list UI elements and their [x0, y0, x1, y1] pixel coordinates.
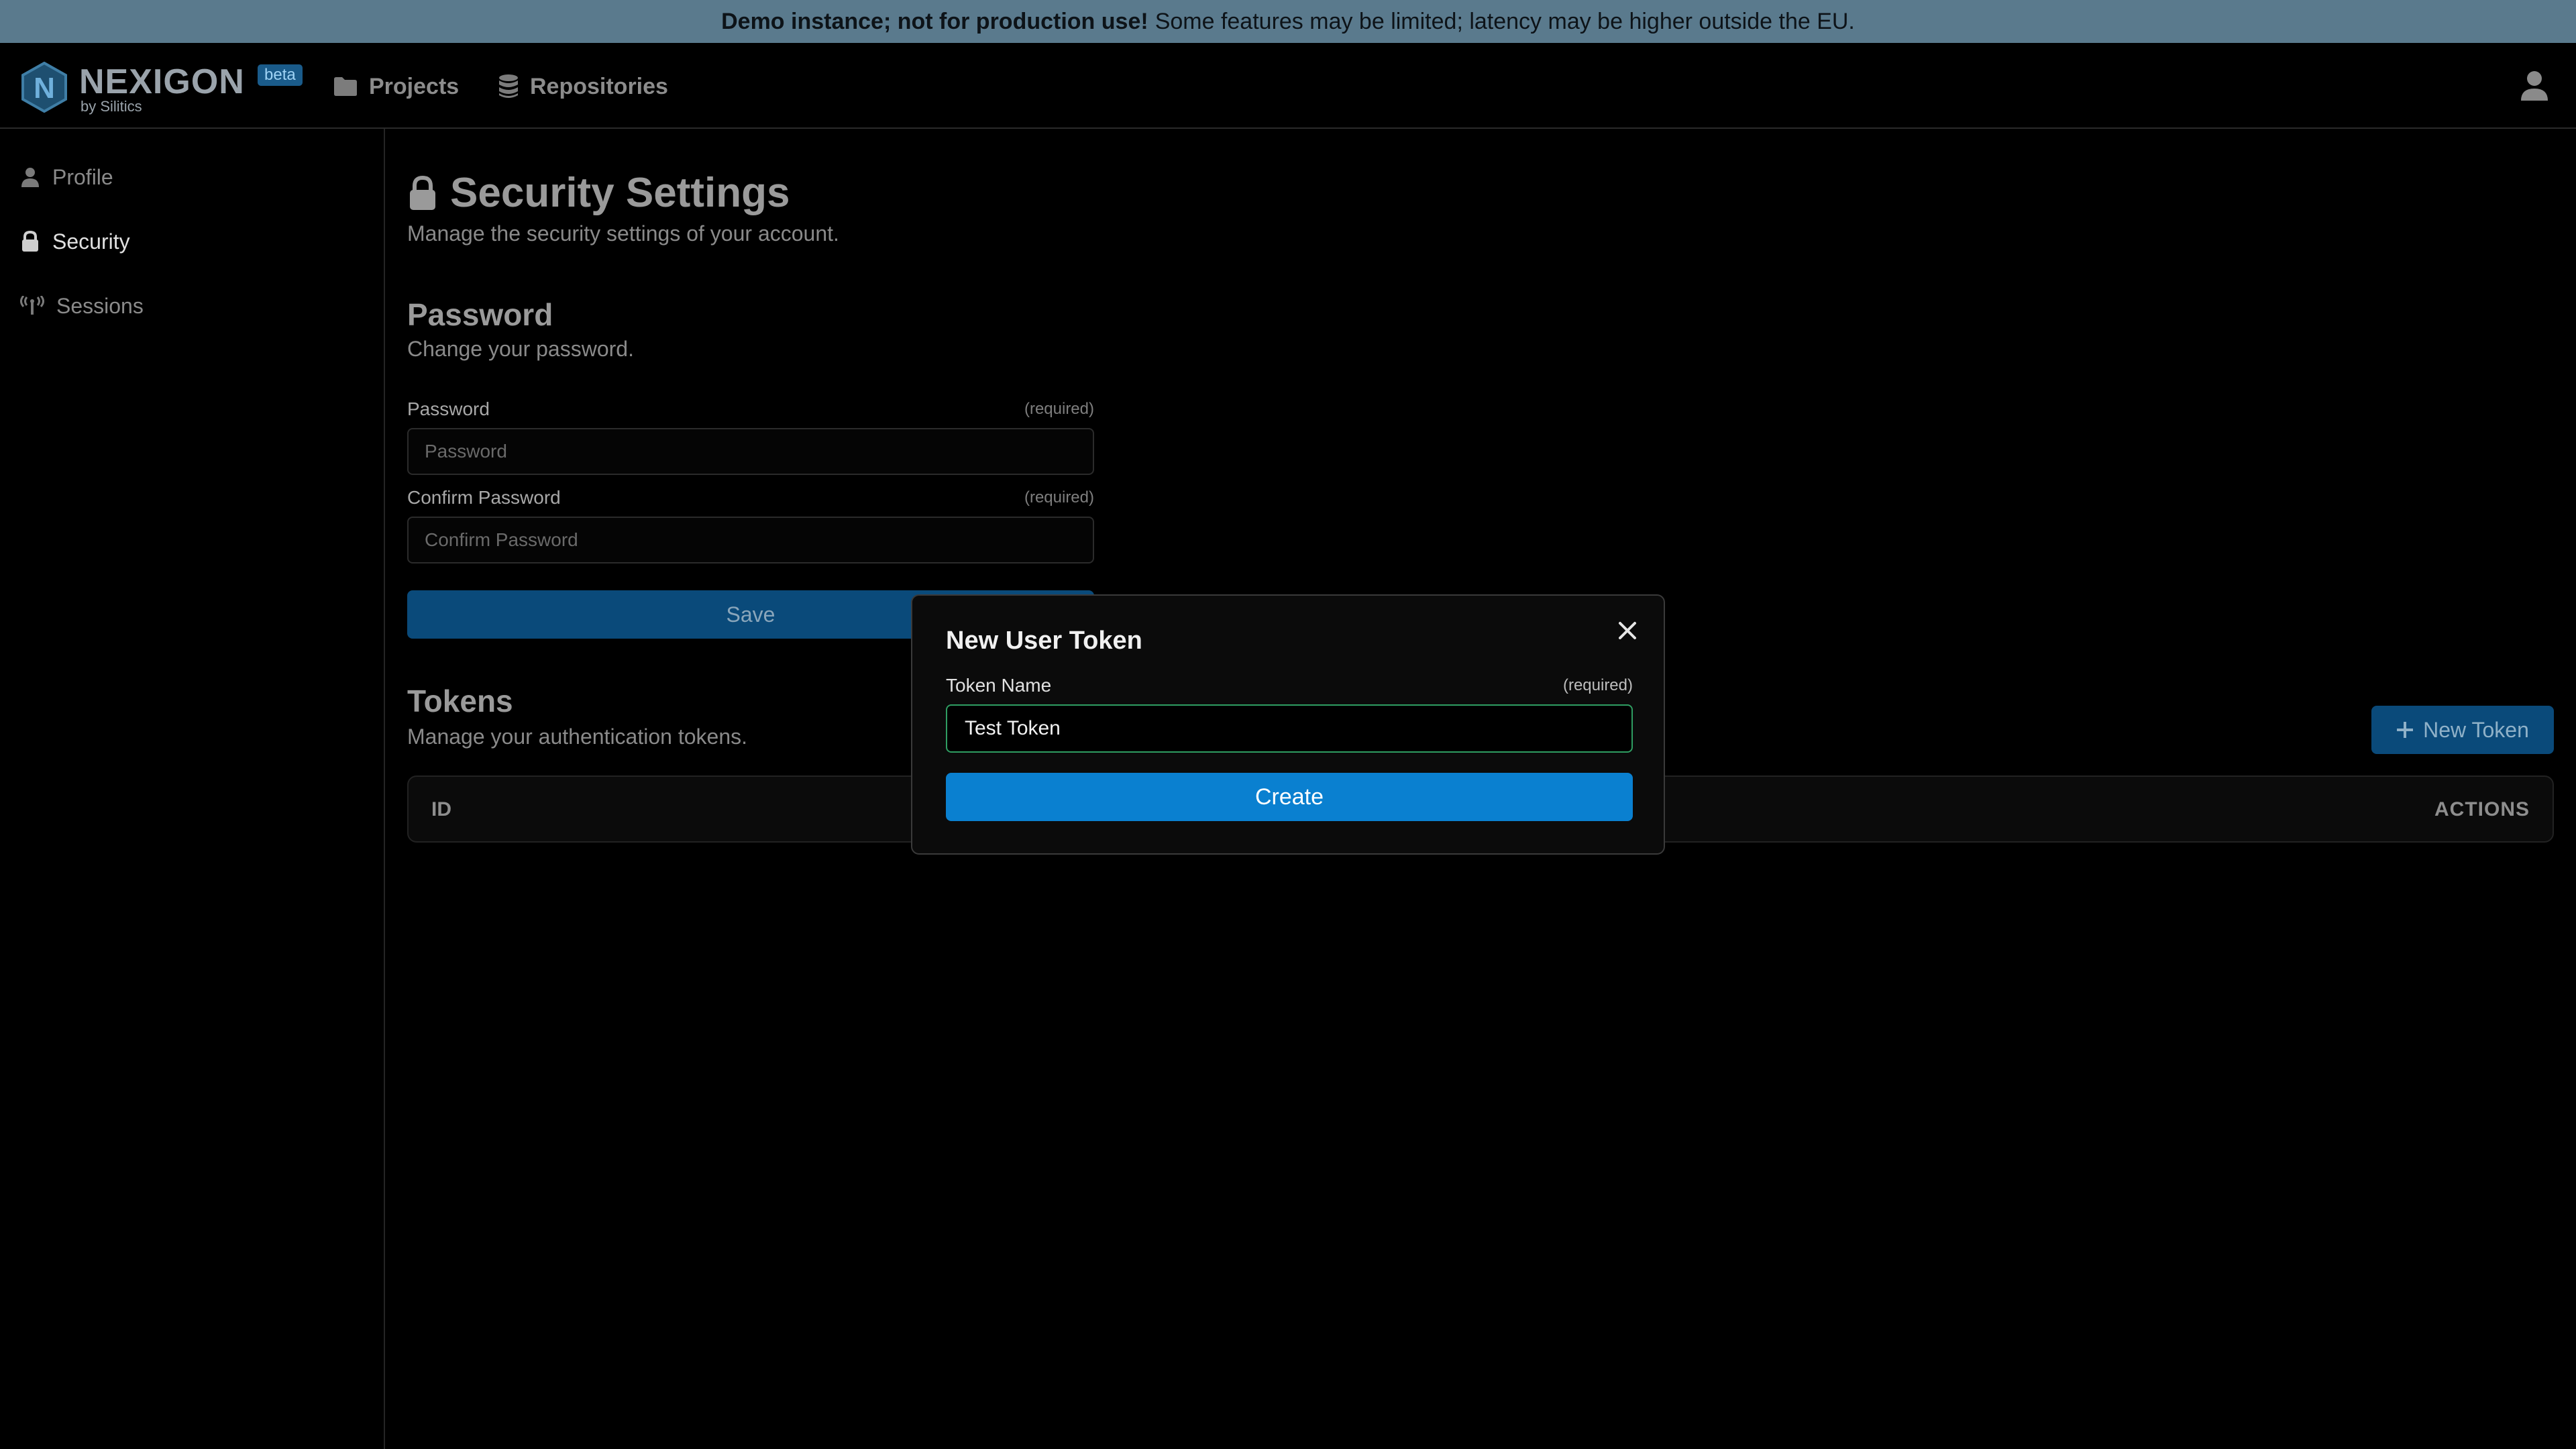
- confirm-password-label: Confirm Password (required): [407, 487, 1094, 508]
- token-name-label: Token Name (required): [946, 675, 1633, 696]
- dialog-title: New User Token: [946, 627, 1142, 655]
- brand-subtitle: by Silitics: [80, 98, 142, 115]
- brand-name: NEXIGON: [79, 62, 245, 101]
- settings-sidebar: Profile Security Sessions: [0, 129, 385, 1449]
- nav-projects[interactable]: Projects: [333, 70, 459, 103]
- required-hint: (required): [1024, 400, 1094, 418]
- confirm-password-label-text: Confirm Password: [407, 487, 561, 508]
- column-header-id: ID: [431, 798, 451, 820]
- nexigon-logo-icon: N: [21, 62, 67, 113]
- confirm-password-input[interactable]: [407, 517, 1094, 564]
- tokens-section-title: Tokens: [407, 684, 513, 718]
- svg-text:N: N: [34, 72, 55, 105]
- lock-icon: [22, 230, 38, 252]
- folder-icon: [334, 77, 357, 96]
- sidebar-item-label: Profile: [52, 164, 113, 189]
- broadcast-icon: [20, 296, 44, 315]
- user-icon: [2521, 71, 2548, 101]
- password-label-text: Password: [407, 398, 490, 419]
- token-name-label-text: Token Name: [946, 675, 1052, 696]
- beta-badge: beta: [258, 64, 303, 86]
- top-navbar: N NEXIGON by Silitics beta Projects Repo…: [0, 43, 2576, 129]
- page-subtitle: Manage the security settings of your acc…: [407, 221, 839, 246]
- sidebar-item-label: Security: [52, 229, 130, 254]
- demo-banner: Demo instance; not for production use! S…: [0, 0, 2576, 43]
- database-icon: [499, 74, 518, 98]
- nav-projects-label: Projects: [369, 73, 460, 99]
- nav-repositories[interactable]: Repositories: [498, 70, 668, 103]
- close-dialog-button[interactable]: [1614, 617, 1641, 644]
- banner-bold-text: Demo instance; not for production use!: [721, 8, 1148, 34]
- banner-text: Some features may be limited; latency ma…: [1155, 8, 1855, 34]
- lock-icon: [410, 175, 435, 210]
- new-token-label: New Token: [2423, 717, 2529, 742]
- page-title-text: Security Settings: [450, 170, 790, 216]
- column-header-actions: ACTIONS: [2434, 798, 2530, 820]
- tokens-section-subtitle: Manage your authentication tokens.: [407, 724, 747, 749]
- new-token-button[interactable]: New Token: [2371, 706, 2554, 754]
- plus-icon: [2397, 722, 2414, 738]
- new-user-token-dialog: New User Token Token Name (required) Cre…: [911, 594, 1665, 855]
- create-token-button[interactable]: Create: [946, 773, 1633, 821]
- password-label: Password (required): [407, 398, 1094, 420]
- required-hint: (required): [1562, 676, 1633, 694]
- password-section-subtitle: Change your password.: [407, 337, 634, 361]
- nav-repositories-label: Repositories: [530, 73, 668, 99]
- sidebar-item-profile[interactable]: Profile: [20, 158, 113, 196]
- page-title: Security Settings: [407, 169, 790, 217]
- sidebar-item-security[interactable]: Security: [20, 223, 130, 260]
- required-hint: (required): [1024, 488, 1094, 506]
- password-section-title: Password: [407, 297, 553, 332]
- user-menu-button[interactable]: [2517, 68, 2552, 103]
- brand-logo[interactable]: N NEXIGON by Silitics beta: [20, 59, 303, 115]
- sidebar-item-sessions[interactable]: Sessions: [20, 287, 144, 325]
- token-name-input[interactable]: [946, 704, 1633, 753]
- sidebar-item-label: Sessions: [56, 293, 144, 318]
- user-icon: [21, 168, 39, 187]
- close-icon: [1619, 622, 1636, 639]
- password-input[interactable]: [407, 428, 1094, 475]
